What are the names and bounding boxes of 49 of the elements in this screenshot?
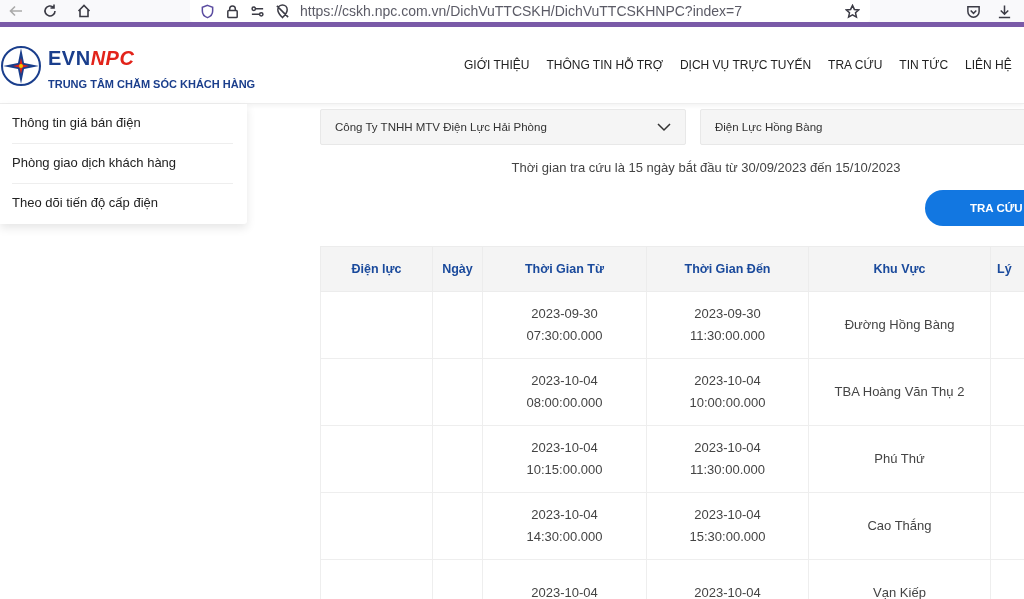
- branch-select[interactable]: Điện Lực Hồng Bàng: [700, 109, 1024, 145]
- table-cell-text: 2023-10-04 08:00:00.000: [525, 371, 604, 412]
- column-header: Khu Vực: [808, 246, 991, 292]
- table-cell: Đường Hồng Bàng: [844, 316, 955, 332]
- nav-link[interactable]: TRA CỨU: [828, 58, 883, 72]
- table-cell-text: 2023-10-04: [693, 583, 762, 599]
- table-cell: TBA Hoàng Văn Thụ 2: [834, 383, 965, 399]
- info-text: Thời gian tra cứu là 15 ngày bắt đầu từ 30/09/2023 đến 15/10/2023: [510, 160, 902, 175]
- brand-subtitle: TRUNG TÂM CHĂM SÓC KHÁCH HÀNG: [48, 77, 256, 90]
- chevron-down-icon: [657, 122, 671, 132]
- url-text: https://cskh.npc.com.vn/DichVuTTCSKH/DichVuTTCSKHNPC?index=7: [300, 3, 744, 19]
- shield-icon[interactable]: [200, 3, 215, 19]
- table-cell-text: 2023-10-04 11:30:00.000: [689, 438, 766, 479]
- lock-icon[interactable]: [225, 3, 240, 19]
- table-cell-text: 2023-10-04 14:30:00.000: [525, 505, 604, 546]
- brand-name: EVNNPC: [48, 46, 136, 70]
- column-header: Thời Gian Đến: [646, 246, 809, 292]
- company-select[interactable]: Công Ty TNHH MTV Điện Lực Hải Phòng: [320, 109, 686, 145]
- table-cell: Cao Thắng: [867, 517, 932, 533]
- sidebar-link[interactable]: Theo dõi tiến độ cấp điện: [12, 184, 233, 224]
- table-cell-text: 2023-09-30 11:30:00.000: [689, 304, 766, 345]
- location-blocked-icon[interactable]: [275, 3, 290, 19]
- table-cell-text: 2023-10-04 10:15:00.000: [525, 438, 604, 479]
- table-cell-text: 2023-10-04 15:30:00.000: [688, 505, 767, 546]
- reload-icon[interactable]: [42, 3, 58, 19]
- table-cell-text: 2023-10-04: [530, 583, 599, 599]
- column-header: Ngày: [432, 246, 483, 292]
- table-cell-text: 2023-10-04 10:00:00.000: [688, 371, 767, 412]
- nav-link[interactable]: LIÊN HỆ: [965, 58, 1012, 72]
- nav-link[interactable]: THÔNG TIN HỖ TRỢ: [546, 58, 663, 72]
- address-bar[interactable]: https://cskh.npc.com.vn/DichVuTTCSKH/DichVuTTCSKHNPC?index=7: [190, 0, 870, 22]
- sidebar-link[interactable]: Phòng giao dịch khách hàng: [12, 144, 233, 184]
- download-icon[interactable]: [997, 3, 1012, 19]
- pocket-icon[interactable]: [966, 3, 981, 19]
- star-icon[interactable]: [845, 3, 860, 19]
- column-header: Thời Gian Từ: [482, 246, 647, 292]
- logo-icon[interactable]: [0, 44, 42, 87]
- nav-link[interactable]: DỊCH VỤ TRỰC TUYẾN: [679, 58, 812, 72]
- sidebar-link[interactable]: Thông tin giá bán điện: [12, 104, 233, 144]
- home-icon[interactable]: [76, 3, 92, 19]
- nav-link[interactable]: GIỚI THIỆU: [464, 58, 530, 72]
- column-header: Lý: [990, 246, 1024, 292]
- column-header: Điện lực: [320, 246, 433, 292]
- table-cell-text: 2023-09-30 07:30:00.000: [525, 304, 604, 345]
- table-cell: Vạn Kiếp: [873, 584, 926, 599]
- nav-link[interactable]: TIN TỨC: [899, 58, 949, 72]
- permissions-icon[interactable]: [250, 3, 265, 19]
- search-button[interactable]: TRA CỨU: [925, 190, 1024, 226]
- table-cell: Phú Thứ: [874, 450, 925, 466]
